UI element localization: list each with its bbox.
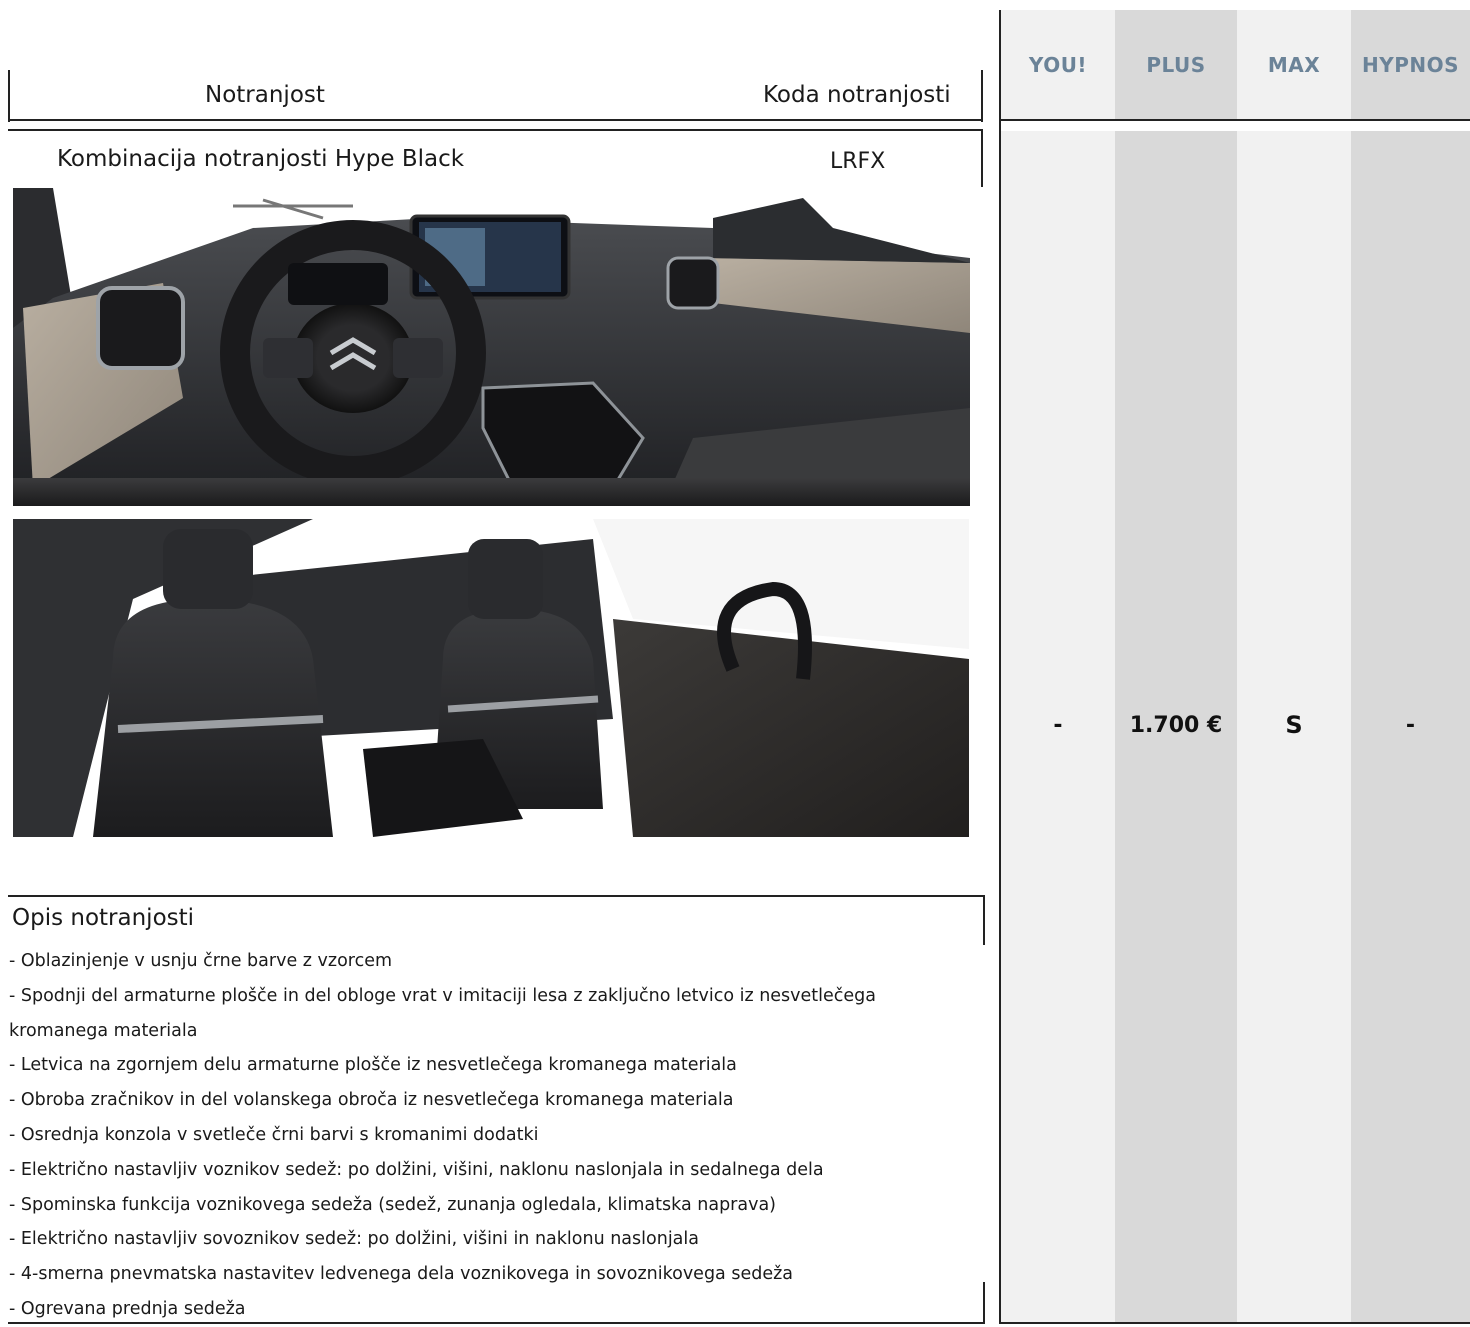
- dashboard-illustration: [13, 188, 970, 506]
- trim-top-rule: [8, 129, 983, 131]
- description-item: - Letvica na zgornjem delu armaturne plo…: [9, 1055, 737, 1076]
- interior-code-header: Koda notranjosti: [763, 82, 951, 108]
- description-item: - Spominska funkcija voznikovega sedeža …: [9, 1194, 777, 1215]
- table-header-gap: [1001, 121, 1470, 131]
- trim-code: LRFX: [830, 149, 886, 174]
- value-plus: 1.700 €: [1129, 712, 1223, 738]
- description-bottom-right-border: [983, 1282, 985, 1324]
- description-item: - 4-smerna pnevmatska nastavitev ledvene…: [9, 1264, 794, 1285]
- seats-illustration: [13, 519, 969, 837]
- description-item: - Obroba zračnikov in del volanskega obr…: [9, 1090, 734, 1111]
- value-max: S: [1285, 711, 1303, 739]
- interior-header: Notranjost: [205, 82, 325, 108]
- seats-photo: [13, 519, 969, 837]
- description-item: - Električno nastavljiv voznikov sedež: …: [9, 1159, 824, 1180]
- value-you: -: [1053, 712, 1063, 738]
- column-you-bg: [1001, 10, 1115, 1324]
- column-hypnos-bg: [1351, 10, 1470, 1324]
- column-plus-bg: [1115, 10, 1237, 1324]
- header-right-border: [981, 70, 983, 122]
- trim-right-border: [981, 129, 983, 187]
- description-item: - Oblazinjenje v usnju črne barve z vzor…: [9, 951, 393, 971]
- column-header-plus: PLUS: [1146, 53, 1206, 77]
- column-header-hypnos: HYPNOS: [1361, 53, 1460, 77]
- description-right-border: [983, 895, 985, 945]
- description-title: Opis notranjosti: [12, 905, 195, 931]
- description-item: - Spodnji del armaturne plošče in del ob…: [9, 985, 877, 1041]
- description-item: - Osrednja konzola v svetleče črni barvi…: [9, 1124, 539, 1145]
- trim-name: Kombinacija notranjosti Hype Black: [57, 146, 465, 172]
- header-left-border: [8, 70, 10, 122]
- column-header-max: MAX: [1267, 53, 1321, 77]
- column-header-you: YOU!: [1028, 53, 1088, 77]
- column-max-bg: [1237, 10, 1351, 1324]
- dashboard-photo: [13, 188, 970, 506]
- value-hypnos: -: [1405, 712, 1416, 738]
- header-bottom-rule: [8, 119, 983, 121]
- description-list: - Oblazinjenje v usnju črne barve z vzor…: [9, 944, 969, 1327]
- description-item: - Električno nastavljiv sovoznikov sedež…: [9, 1229, 699, 1250]
- description-top-rule: [8, 895, 983, 897]
